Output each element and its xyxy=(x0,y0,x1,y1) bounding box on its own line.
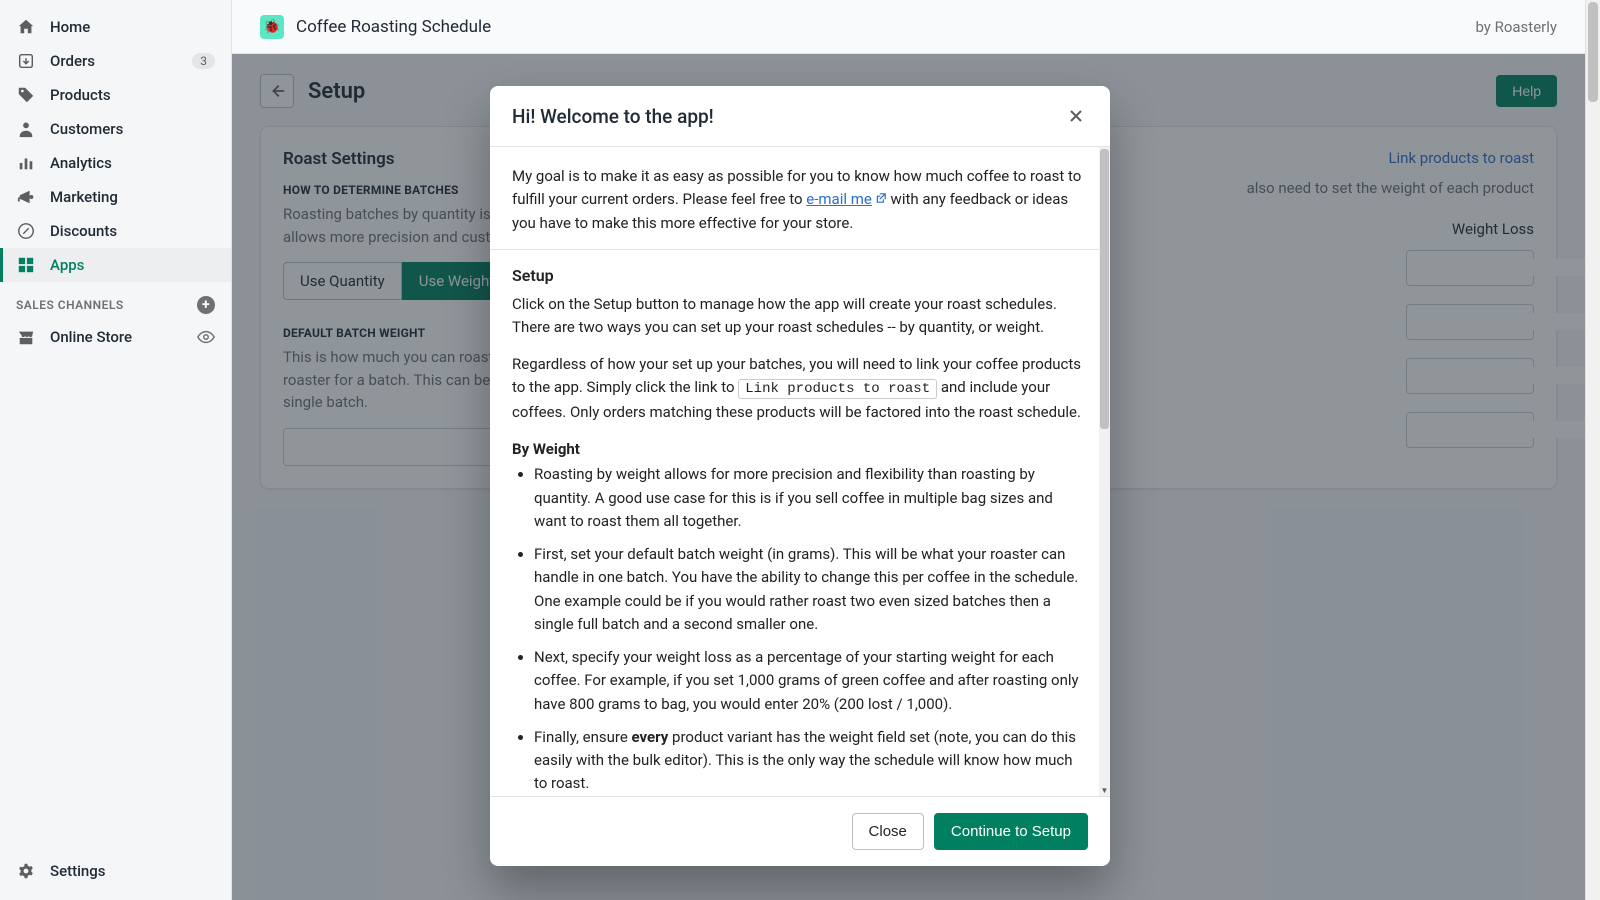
nav-label: Apps xyxy=(50,256,84,274)
nav-orders[interactable]: Orders 3 xyxy=(0,44,231,78)
view-store-icon[interactable] xyxy=(197,328,215,346)
nav-label: Products xyxy=(50,86,111,104)
nav-settings[interactable]: Settings xyxy=(0,854,231,888)
discount-icon xyxy=(16,222,36,240)
nav-label: Analytics xyxy=(50,154,112,172)
nav-label: Settings xyxy=(50,862,106,880)
home-icon xyxy=(16,18,36,36)
orders-icon xyxy=(16,52,36,70)
orders-badge: 3 xyxy=(192,53,215,69)
nav-customers[interactable]: Customers xyxy=(0,112,231,146)
section-label: SALES CHANNELS xyxy=(16,298,124,312)
analytics-icon xyxy=(16,154,36,172)
list-item: Finally, ensure every product variant ha… xyxy=(534,726,1088,796)
store-icon xyxy=(16,328,36,346)
scroll-thumb[interactable] xyxy=(1100,149,1109,429)
link-products-code: Link products to roast xyxy=(738,379,937,399)
scroll-down-icon[interactable]: ▼ xyxy=(1099,784,1110,796)
setup-p1: Click on the Setup button to manage how … xyxy=(512,293,1088,340)
page-scrollbar[interactable] xyxy=(1585,0,1600,900)
list-item: First, set your default batch weight (in… xyxy=(534,543,1088,636)
close-button[interactable]: Close xyxy=(852,813,924,850)
nav-discounts[interactable]: Discounts xyxy=(0,214,231,248)
gear-icon xyxy=(16,862,36,880)
nav-home[interactable]: Home xyxy=(0,10,231,44)
welcome-modal: Hi! Welcome to the app! My goal is to ma… xyxy=(490,86,1110,866)
megaphone-icon xyxy=(16,188,36,206)
modal-title: Hi! Welcome to the app! xyxy=(512,105,714,128)
modal-scrollbar[interactable]: ▼ xyxy=(1099,147,1110,796)
nav-label: Home xyxy=(50,18,90,36)
nav-label: Customers xyxy=(50,120,123,138)
modal-intro: My goal is to make it as easy as possibl… xyxy=(512,165,1088,235)
nav-analytics[interactable]: Analytics xyxy=(0,146,231,180)
by-weight-list: Roasting by weight allows for more preci… xyxy=(512,463,1088,795)
scroll-thumb[interactable] xyxy=(1588,2,1598,102)
nav-online-store[interactable]: Online Store xyxy=(0,320,231,354)
external-link-icon xyxy=(875,192,887,204)
setup-p2: Regardless of how your set up your batch… xyxy=(512,353,1088,424)
nav-products[interactable]: Products xyxy=(0,78,231,112)
nav-label: Marketing xyxy=(50,188,118,206)
close-icon[interactable] xyxy=(1064,104,1088,128)
apps-icon xyxy=(16,256,36,274)
app-vendor: by Roasterly xyxy=(1475,18,1557,36)
app-logo: 🐞 xyxy=(260,15,284,39)
nav-label: Online Store xyxy=(50,328,132,346)
continue-button[interactable]: Continue to Setup xyxy=(934,813,1088,850)
modal-body: My goal is to make it as easy as possibl… xyxy=(490,147,1110,796)
nav-label: Discounts xyxy=(50,222,117,240)
nav-label: Orders xyxy=(50,52,95,70)
list-item: Next, specify your weight loss as a perc… xyxy=(534,646,1088,716)
by-weight-heading: By Weight xyxy=(512,438,1088,461)
person-icon xyxy=(16,120,36,138)
app-bar: 🐞 Coffee Roasting Schedule by Roasterly xyxy=(232,0,1585,54)
tag-icon xyxy=(16,86,36,104)
app-title: Coffee Roasting Schedule xyxy=(296,17,491,37)
email-link[interactable]: e-mail me xyxy=(806,190,887,208)
setup-heading: Setup xyxy=(512,264,1088,289)
add-channel-button[interactable]: + xyxy=(197,296,215,314)
nav-marketing[interactable]: Marketing xyxy=(0,180,231,214)
list-item: Roasting by weight allows for more preci… xyxy=(534,463,1088,533)
sales-channels-header: SALES CHANNELS + xyxy=(0,282,231,320)
sidebar: Home Orders 3 Products Customers Analyti… xyxy=(0,0,232,900)
nav-apps[interactable]: Apps xyxy=(0,248,231,282)
